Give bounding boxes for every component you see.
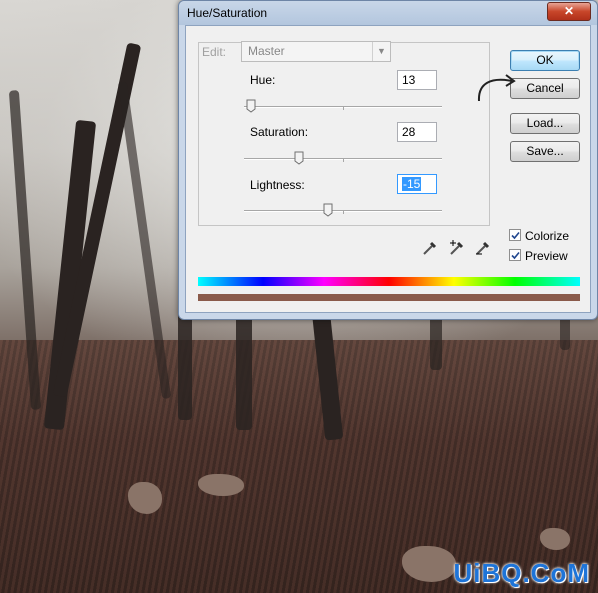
chevron-down-icon: ▼ xyxy=(372,42,390,61)
save-button[interactable]: Save... xyxy=(510,141,580,162)
lightness-slider-thumb[interactable] xyxy=(323,203,333,217)
adjustment-group xyxy=(198,42,490,226)
dialog-title: Hue/Saturation xyxy=(187,6,268,20)
hue-slider-thumb[interactable] xyxy=(246,99,256,113)
forest-floor xyxy=(0,340,598,593)
edit-channel-value: Master xyxy=(248,44,285,58)
dialog-client-area: Edit: Master ▼ Hue: 13 Saturation: 28 Li… xyxy=(185,25,591,313)
checkmark-icon xyxy=(511,251,520,260)
rock xyxy=(540,528,570,550)
input-hue-spectrum-bar xyxy=(198,277,580,286)
load-button[interactable]: Load... xyxy=(510,113,580,134)
eyedropper-icon[interactable] xyxy=(421,239,439,257)
arrow-annotation-icon xyxy=(477,74,516,102)
saturation-input[interactable]: 28 xyxy=(397,122,437,142)
hue-slider-center-tick xyxy=(343,107,344,110)
saturation-slider-center-tick xyxy=(343,159,344,162)
preview-label: Preview xyxy=(525,249,568,263)
saturation-slider-thumb[interactable] xyxy=(294,151,304,165)
output-color-bar xyxy=(198,294,580,301)
eyedropper-minus-icon[interactable] xyxy=(474,239,492,257)
watermark-text: UiBQ.CoM xyxy=(453,558,590,588)
hue-label: Hue: xyxy=(250,73,276,87)
checkmark-icon xyxy=(511,231,520,240)
colorize-label: Colorize xyxy=(525,229,570,243)
eyedropper-plus-icon[interactable] xyxy=(448,239,466,257)
rock xyxy=(128,482,162,514)
lightness-label: Lightness: xyxy=(250,178,305,192)
preview-checkbox[interactable] xyxy=(509,249,521,261)
edit-channel-select[interactable]: Master ▼ xyxy=(241,41,391,62)
dialog-titlebar[interactable]: Hue/Saturation ✕ xyxy=(179,1,597,25)
colorize-checkbox[interactable] xyxy=(509,229,521,241)
lightness-slider-center-tick xyxy=(343,211,344,214)
close-button[interactable]: ✕ xyxy=(547,2,591,21)
hue-saturation-dialog: Hue/Saturation ✕ Edit: Master ▼ Hue: 13 … xyxy=(178,0,598,320)
lightness-value: -15 xyxy=(402,177,422,191)
hue-value: 13 xyxy=(402,73,416,87)
edit-label: Edit: xyxy=(202,45,227,59)
saturation-value: 28 xyxy=(402,125,416,139)
lightness-input[interactable]: -15 xyxy=(397,174,437,194)
hue-input[interactable]: 13 xyxy=(397,70,437,90)
ok-button[interactable]: OK xyxy=(510,50,580,71)
saturation-label: Saturation: xyxy=(250,125,309,139)
